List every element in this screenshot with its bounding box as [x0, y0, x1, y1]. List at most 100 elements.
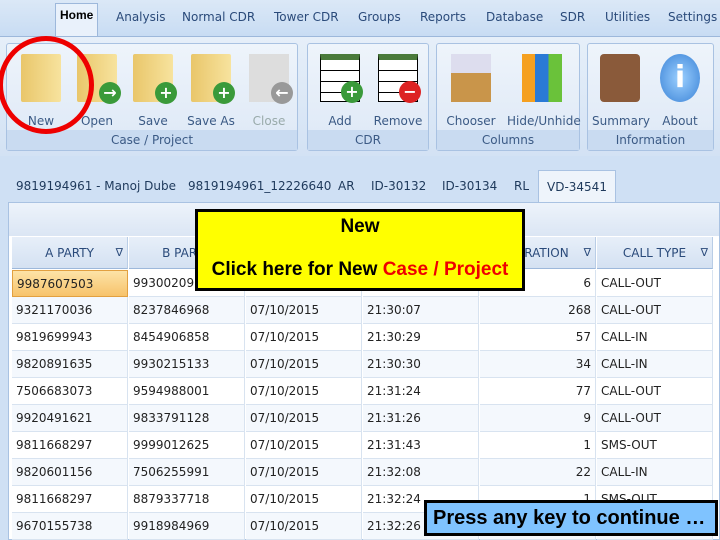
info-icon: i [660, 54, 700, 102]
group-columns: Chooser Hide/Unhide Columns [436, 43, 581, 151]
table-cell[interactable]: 1 [480, 432, 596, 459]
add-cdr-button[interactable]: + Add [312, 48, 368, 128]
doc-tab[interactable]: AR [338, 179, 355, 193]
callout-text: Click here for New Case / Project [198, 259, 522, 281]
table-cell[interactable]: 21:31:26 [363, 405, 479, 432]
continue-prompt[interactable]: Press any key to continue … [424, 500, 718, 536]
table-cell[interactable]: 9594988001 [129, 378, 245, 405]
table-cell[interactable]: CALL-OUT [597, 378, 713, 405]
highlight-circle [0, 36, 94, 134]
menu-analysis[interactable]: Analysis [116, 10, 165, 24]
menu-groups[interactable]: Groups [358, 10, 401, 24]
add-label: Add [328, 114, 352, 128]
menu-normal-cdr[interactable]: Normal CDR [182, 10, 255, 24]
folder-save-icon: + [133, 54, 177, 104]
table-cell[interactable]: 07/10/2015 [246, 513, 362, 540]
remove-label: Remove [373, 114, 423, 128]
table-cell[interactable]: 22 [480, 459, 596, 486]
menu-settings[interactable]: Settings [668, 10, 717, 24]
table-cell[interactable]: 21:32:08 [363, 459, 479, 486]
table-cell[interactable]: CALL-OUT [597, 297, 713, 324]
doc-tab[interactable]: 9819194961_12226640 [188, 179, 331, 193]
table-cell[interactable]: 07/10/2015 [246, 459, 362, 486]
table-cell[interactable]: 07/10/2015 [246, 486, 362, 513]
table-cell[interactable]: 9820601156 [12, 459, 128, 486]
table-cell[interactable]: SMS-OUT [597, 432, 713, 459]
save-label: Save [138, 114, 168, 128]
doc-tab[interactable]: ID-30134 [442, 179, 497, 193]
table-cell[interactable]: 9 [480, 405, 596, 432]
table-cell[interactable]: CALL-OUT [597, 405, 713, 432]
table-cell[interactable]: 34 [480, 351, 596, 378]
table-cell[interactable]: 21:30:29 [363, 324, 479, 351]
table-cell[interactable]: 8454906858 [129, 324, 245, 351]
table-remove-icon: − [378, 54, 421, 103]
table-cell[interactable]: 9999012625 [129, 432, 245, 459]
save-as-button[interactable]: + Save As [183, 48, 239, 128]
column-header[interactable]: A PARTY ∇ [12, 237, 128, 269]
group-label: CDR [308, 130, 428, 150]
table-cell[interactable]: 07/10/2015 [246, 351, 362, 378]
table-cell[interactable]: 77 [480, 378, 596, 405]
table-cell[interactable]: 07/10/2015 [246, 378, 362, 405]
table-cell[interactable]: 9670155738 [12, 513, 128, 540]
table-cell[interactable]: 57 [480, 324, 596, 351]
menu-reports[interactable]: Reports [420, 10, 466, 24]
table-cell[interactable]: CALL-IN [597, 324, 713, 351]
table-cell[interactable]: 07/10/2015 [246, 432, 362, 459]
table-cell[interactable]: 268 [480, 297, 596, 324]
table-cell[interactable]: 9918984969 [129, 513, 245, 540]
column-header[interactable]: CALL TYPE ∇ [597, 237, 713, 269]
about-button[interactable]: i About [652, 48, 708, 128]
close-label: Close [252, 114, 286, 128]
table-cell[interactable]: 9820891635 [12, 351, 128, 378]
table-cell[interactable]: 9811668297 [12, 486, 128, 513]
close-button[interactable]: ← Close [241, 48, 297, 128]
filter-icon[interactable]: ∇ [701, 237, 708, 269]
menu-sdr[interactable]: SDR [560, 10, 585, 24]
table-cell[interactable]: 9987607503 [12, 270, 128, 297]
table-cell[interactable]: 8879337718 [129, 486, 245, 513]
column-header-label: A PARTY [45, 246, 94, 260]
doc-tab[interactable]: 9819194961 - Manoj Dube [16, 179, 176, 193]
table-cell[interactable]: 9819699943 [12, 324, 128, 351]
remove-cdr-button[interactable]: − Remove [370, 48, 426, 128]
doc-tab[interactable]: VD-34541 [538, 170, 616, 204]
table-cell[interactable]: 7506255991 [129, 459, 245, 486]
table-cell[interactable]: 9321170036 [12, 297, 128, 324]
menu-bar: Home Analysis Normal CDR Tower CDR Groups Rep… [0, 0, 720, 36]
table-cell[interactable]: 07/10/2015 [246, 297, 362, 324]
table-cell[interactable]: 9833791128 [129, 405, 245, 432]
document-tabs: 9819194961 - Manoj Dube 9819194961_122266… [0, 170, 720, 204]
table-cell[interactable]: 07/10/2015 [246, 324, 362, 351]
table-cell[interactable]: 9930215133 [129, 351, 245, 378]
menu-tower-cdr[interactable]: Tower CDR [274, 10, 339, 24]
table-cell[interactable]: 8237846968 [129, 297, 245, 324]
about-label: About [662, 114, 698, 128]
menu-database[interactable]: Database [486, 10, 543, 24]
table-cell[interactable]: 21:31:24 [363, 378, 479, 405]
chooser-button[interactable]: Chooser [443, 48, 499, 128]
table-cell[interactable]: 7506683073 [12, 378, 128, 405]
table-cell[interactable]: 9920491621 [12, 405, 128, 432]
doc-tab[interactable]: RL [514, 179, 529, 193]
summary-button[interactable]: Summary [592, 48, 650, 128]
hide-unhide-button[interactable]: Hide/Unhide [507, 48, 581, 128]
table-cell[interactable]: 9811668297 [12, 432, 128, 459]
table-add-icon: + [320, 54, 363, 103]
table-cell[interactable]: CALL-OUT [597, 270, 713, 297]
doc-tab[interactable]: ID-30132 [371, 179, 426, 193]
chooser-label: Chooser [446, 114, 496, 128]
table-cell[interactable]: CALL-IN [597, 351, 713, 378]
column-chooser-icon [451, 54, 491, 102]
table-cell[interactable]: CALL-IN [597, 459, 713, 486]
filter-icon[interactable]: ∇ [116, 237, 123, 269]
menu-utilities[interactable]: Utilities [605, 10, 650, 24]
table-cell[interactable]: 21:31:43 [363, 432, 479, 459]
menu-home[interactable]: Home [55, 3, 99, 36]
filter-icon[interactable]: ∇ [584, 237, 591, 269]
table-cell[interactable]: 07/10/2015 [246, 405, 362, 432]
table-cell[interactable]: 21:30:07 [363, 297, 479, 324]
save-button[interactable]: + Save [125, 48, 181, 128]
table-cell[interactable]: 21:30:30 [363, 351, 479, 378]
